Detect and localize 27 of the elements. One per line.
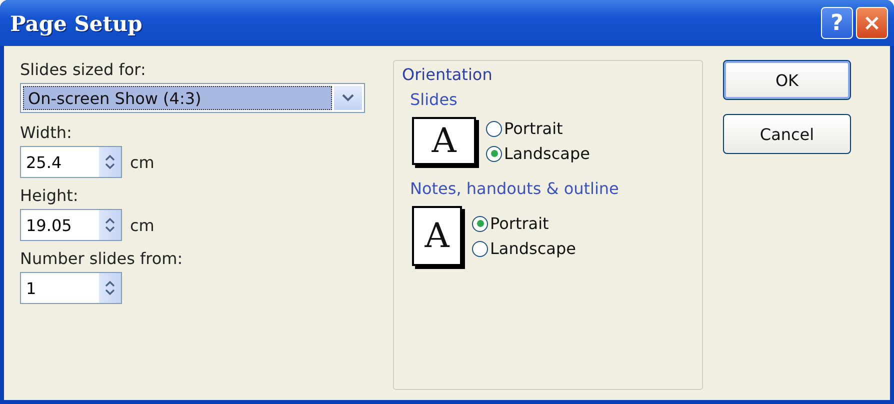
field-label: Width:	[20, 123, 73, 142]
group-title: Slides	[410, 90, 458, 109]
unit-label: cm	[130, 216, 154, 234]
radio-option[interactable]: Portrait	[486, 119, 590, 138]
group-title: Orientation	[402, 65, 494, 84]
dialog-button[interactable]: Cancel	[723, 114, 851, 154]
spinner-icon[interactable]	[105, 280, 115, 296]
field-label: Slides sized for:	[20, 60, 147, 79]
height-field[interactable]: 19.05	[20, 209, 122, 241]
radio-option[interactable]: Landscape	[472, 239, 576, 258]
window-title: Page Setup	[10, 10, 144, 36]
page-icon: A	[412, 117, 476, 165]
spinner-icon[interactable]	[105, 217, 115, 233]
page-icon: A	[412, 206, 462, 266]
dialog-button[interactable]: OK	[723, 60, 851, 100]
spinner-icon[interactable]	[105, 154, 115, 170]
help-button[interactable]: ?	[821, 7, 853, 39]
slide-size-dropdown[interactable]: On-screen Show (4:3)	[20, 83, 365, 113]
radio-option[interactable]: Landscape	[486, 144, 590, 163]
start-number-field[interactable]: 1	[20, 272, 122, 304]
field-label: Number slides from:	[20, 249, 184, 268]
radio-option[interactable]: Portrait	[472, 214, 576, 233]
chevron-down-icon[interactable]	[342, 94, 354, 102]
width-field[interactable]: 25.4	[20, 146, 122, 178]
unit-label: cm	[130, 152, 154, 172]
group-title: Notes, handouts & outline	[410, 179, 620, 198]
field-label: Height:	[20, 186, 80, 205]
